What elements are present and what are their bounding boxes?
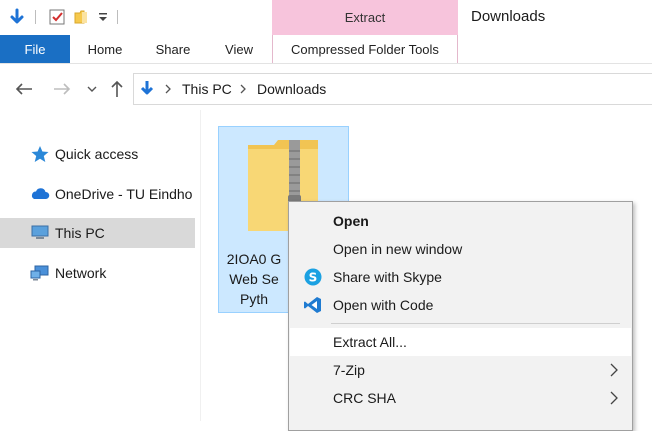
file-name-line: Pyth [239,291,268,307]
computer-icon [31,225,49,239]
tab-view[interactable]: View [214,35,264,63]
forward-button[interactable] [50,78,74,100]
chevron-down-icon [87,86,97,92]
address-bar[interactable]: This PC Downloads [133,73,652,105]
tab-compressed-folder-tools-label: Compressed Folder Tools [291,41,439,57]
menu-item-extract-all[interactable]: Extract All... [290,328,631,356]
tab-compressed-folder-tools[interactable]: Compressed Folder Tools [272,35,458,63]
chevron-right-icon [610,391,618,405]
sidebar-item-onedrive[interactable]: OneDrive - TU Eindho [0,179,195,209]
context-tab-label: Extract [344,10,386,25]
breadcrumb-downloads[interactable]: Downloads [257,74,326,104]
tab-file[interactable]: File [0,35,70,63]
down-arrow-icon[interactable] [6,6,28,28]
menu-item-open[interactable]: Open [290,207,631,235]
menu-item-label: Open in new window [333,241,463,257]
recent-locations-button[interactable] [84,78,100,100]
menu-item-label: Open with Code [333,297,434,313]
chevron-right-icon [610,363,618,377]
up-button[interactable] [106,78,128,100]
star-icon [31,146,49,162]
menu-item-label: Open [333,213,369,229]
file-name-line: Web Se [229,271,279,287]
menu-item-crc-sha[interactable]: CRC SHA [290,384,631,412]
tab-share[interactable]: Share [146,35,200,63]
file-name-line: 2IOA0 G [226,251,282,267]
toolbar-separator [117,10,118,24]
menu-item-open-in-new-window[interactable]: Open in new window [290,235,631,263]
tab-home-label: Home [87,41,123,57]
sidebar-item-label: Network [55,265,107,281]
pane-divider [200,110,201,421]
sidebar-item-this-pc[interactable]: This PC [0,218,195,248]
menu-item-label: CRC SHA [333,390,397,406]
menu-item-label: Share with Skype [333,269,442,285]
sidebar-item-network[interactable]: Network [0,258,195,288]
menu-item-label: 7-Zip [333,362,365,378]
file-name: 2IOA0 G Web Se Pyth [219,249,289,309]
tab-view-label: View [225,41,253,57]
up-arrow-icon [111,80,123,97]
breadcrumb-this-pc[interactable]: This PC [182,74,232,104]
menu-separator [331,323,620,324]
cloud-icon [31,188,50,199]
customize-toolbar-icon[interactable] [96,6,110,28]
breadcrumb-separator-icon[interactable] [164,74,172,104]
ribbon-tabs: File Home Share View Compressed Folder T… [0,35,652,64]
sidebar-item-label: This PC [55,225,105,241]
downloads-location-icon [139,74,155,104]
back-arrow-icon [15,83,32,95]
breadcrumb-separator-icon[interactable] [239,74,247,104]
network-icon [30,265,49,281]
vscode-icon [304,297,321,313]
forward-arrow-icon [54,83,71,95]
svg-text:S: S [309,271,318,285]
skype-icon: S [304,268,322,286]
menu-item-label: Extract All... [333,334,407,350]
menu-item-share-with-skype[interactable]: S Share with Skype [290,263,631,291]
toolbar-separator [35,10,36,24]
back-button[interactable] [12,78,36,100]
quick-access-toolbar [0,0,272,35]
tab-share-label: Share [155,41,191,57]
tab-home[interactable]: Home [76,35,134,63]
menu-item-7-zip[interactable]: 7-Zip [290,356,631,384]
sidebar-item-quick-access[interactable]: Quick access [0,139,195,169]
new-folder-icon[interactable] [72,6,92,28]
tab-file-label: File [24,41,46,57]
extract-context-tab[interactable]: Extract [272,0,458,35]
menu-item-open-with-code[interactable]: Open with Code [290,291,631,319]
sidebar-item-label: Quick access [55,146,139,162]
properties-icon[interactable] [47,6,67,28]
window-title: Downloads [471,8,546,25]
sidebar-item-label: OneDrive - TU Eindho [55,186,193,202]
context-menu: Open Open in new window S Share with Sky… [288,201,633,431]
